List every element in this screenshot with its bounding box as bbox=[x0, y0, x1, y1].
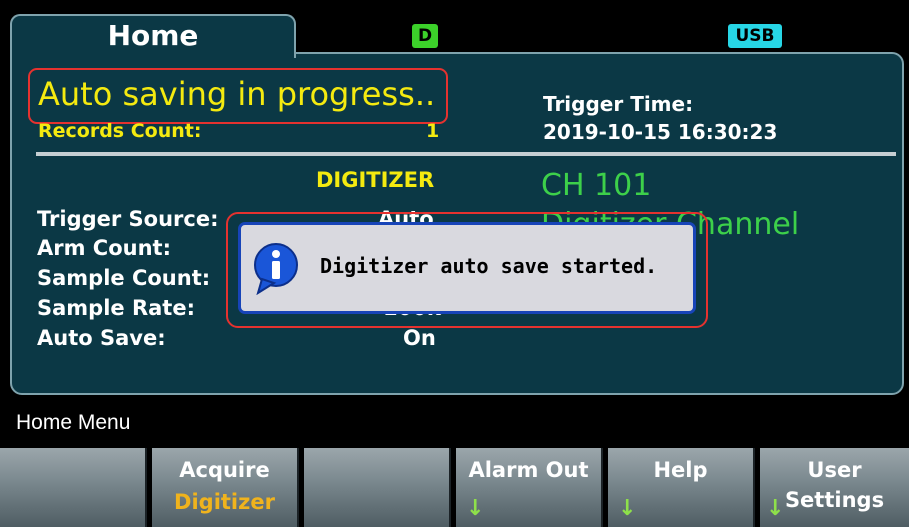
sample-count-label: Sample Count: bbox=[37, 266, 211, 290]
status-highlight-outline bbox=[28, 68, 448, 124]
softkey-3[interactable] bbox=[304, 448, 451, 527]
records-count-label: Records Count: bbox=[38, 120, 202, 142]
channel-number: CH 101 bbox=[541, 168, 652, 203]
softkey-help-label: Help bbox=[653, 458, 708, 482]
info-icon bbox=[254, 243, 298, 295]
auto-save-label: Auto Save: bbox=[37, 326, 166, 350]
softkey-acquire-value: Digitizer bbox=[174, 490, 275, 514]
usb-status-badge: USB bbox=[728, 24, 782, 48]
trigger-source-label: Trigger Source: bbox=[37, 207, 219, 231]
auto-save-value: On bbox=[403, 326, 436, 350]
home-menu-title: Home Menu bbox=[16, 411, 131, 434]
arrow-down-icon: ↓ bbox=[618, 496, 637, 521]
trigger-time-value: 2019-10-15 16:30:23 bbox=[543, 120, 778, 144]
mode-label: DIGITIZER bbox=[316, 168, 435, 192]
records-count-value: 1 bbox=[426, 120, 440, 142]
softkey-alarm-out[interactable]: Alarm Out ↓ bbox=[456, 448, 603, 527]
arrow-down-icon: ↓ bbox=[766, 496, 785, 521]
arm-count-label: Arm Count: bbox=[37, 236, 171, 260]
softkey-acquire[interactable]: Acquire Digitizer bbox=[152, 448, 299, 527]
arrow-down-icon: ↓ bbox=[466, 496, 485, 521]
digitizer-mode-badge: D bbox=[412, 24, 438, 48]
status-divider bbox=[36, 152, 896, 156]
sample-rate-label: Sample Rate: bbox=[37, 296, 195, 320]
trigger-time-label: Trigger Time: bbox=[543, 92, 694, 116]
softkey-user-settings[interactable]: User Settings ↓ bbox=[760, 448, 909, 527]
softkey-help[interactable]: Help ↓ bbox=[608, 448, 755, 527]
softkey-1[interactable] bbox=[0, 448, 147, 527]
softkey-alarm-out-label: Alarm Out bbox=[468, 458, 589, 482]
softkey-acquire-label: Acquire bbox=[179, 458, 270, 482]
softkey-user-settings-line1: User bbox=[807, 458, 862, 482]
popup-message: Digitizer auto save started. bbox=[320, 254, 658, 278]
softkey-bar: Acquire Digitizer Alarm Out ↓ Help ↓ Use… bbox=[0, 448, 909, 527]
instrument-display: Home D USB Auto saving in progress.. Rec… bbox=[0, 0, 909, 527]
